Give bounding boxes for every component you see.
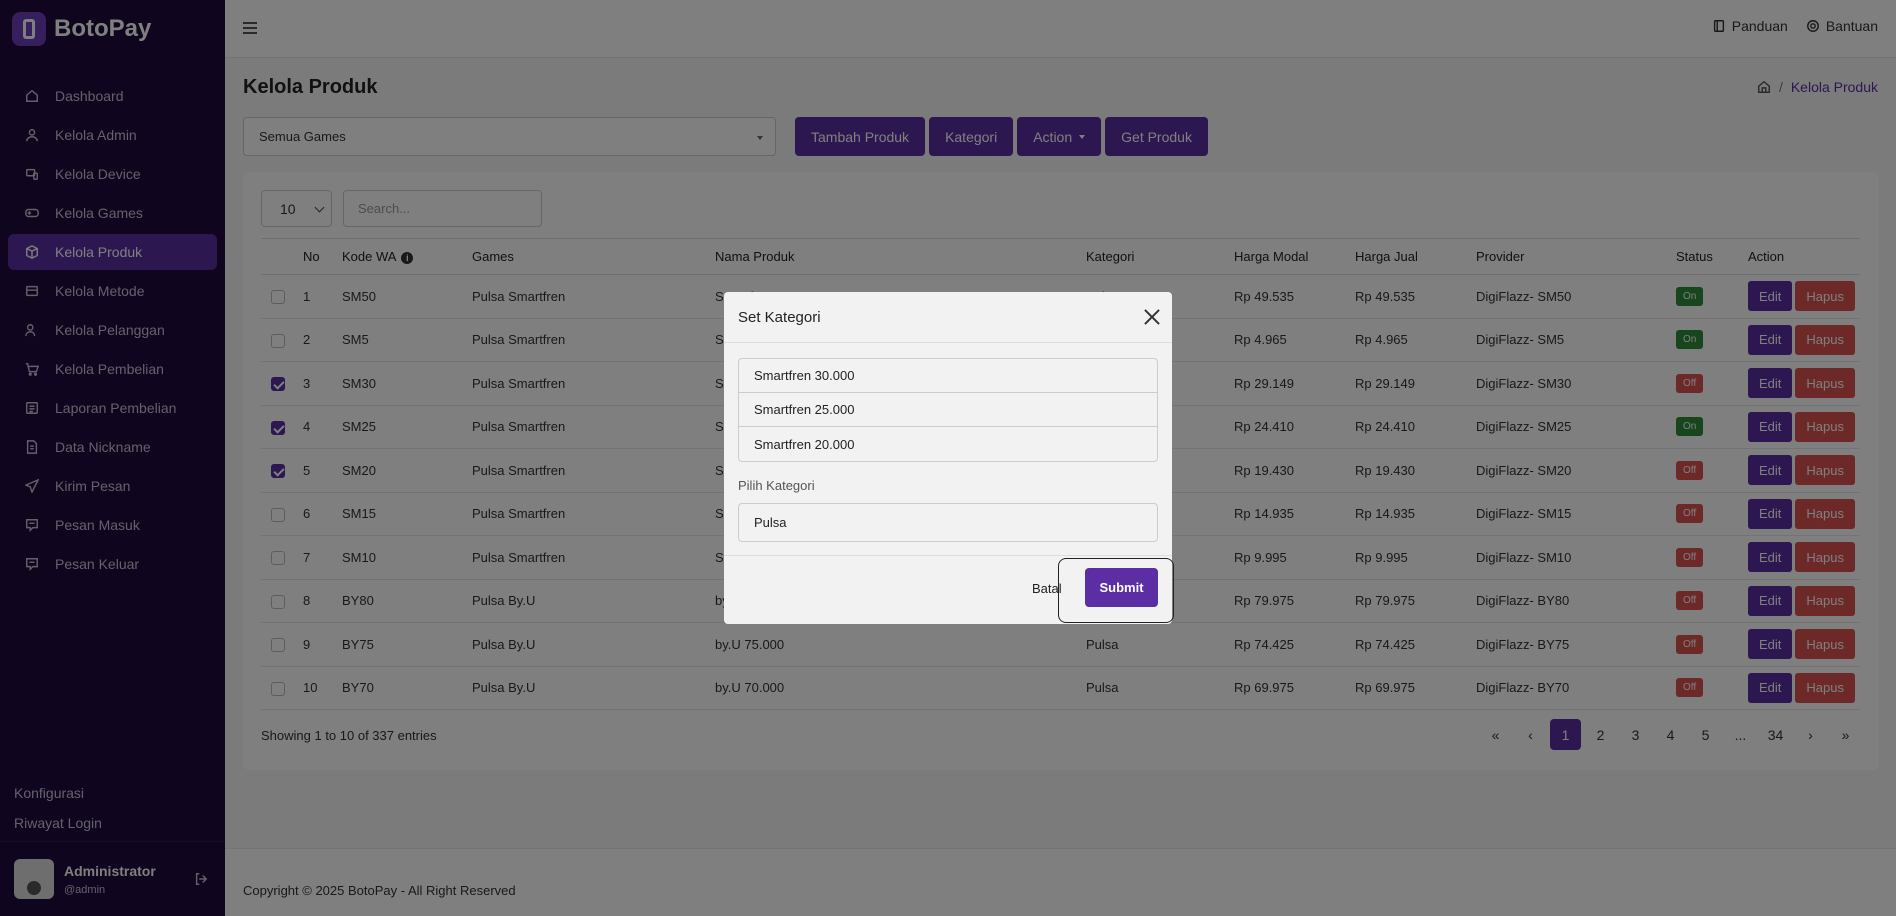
selected-product-item: Smartfren 20.000 <box>754 436 855 452</box>
modal-footer: Batal Submit <box>724 555 1174 624</box>
close-icon[interactable] <box>1144 309 1160 325</box>
selected-products-list: Smartfren 30.000 Smartfren 25.000 Smartfre… <box>738 358 1158 462</box>
set-kategori-modal: Set Kategori Smartfren 30.000 Smartfren 2… <box>724 292 1174 624</box>
kategori-select[interactable]: Pulsa <box>738 503 1158 542</box>
modal-header: Set Kategori <box>724 292 1172 343</box>
selected-product-item: Smartfren 30.000 <box>739 359 1157 393</box>
selected-product-item: Smartfren 25.000 <box>739 393 1157 427</box>
kategori-label: Pilih Kategori <box>738 478 815 493</box>
submit-button[interactable]: Submit <box>1085 568 1158 607</box>
modal-title: Set Kategori <box>738 308 821 326</box>
kategori-value: Pulsa <box>754 515 787 530</box>
